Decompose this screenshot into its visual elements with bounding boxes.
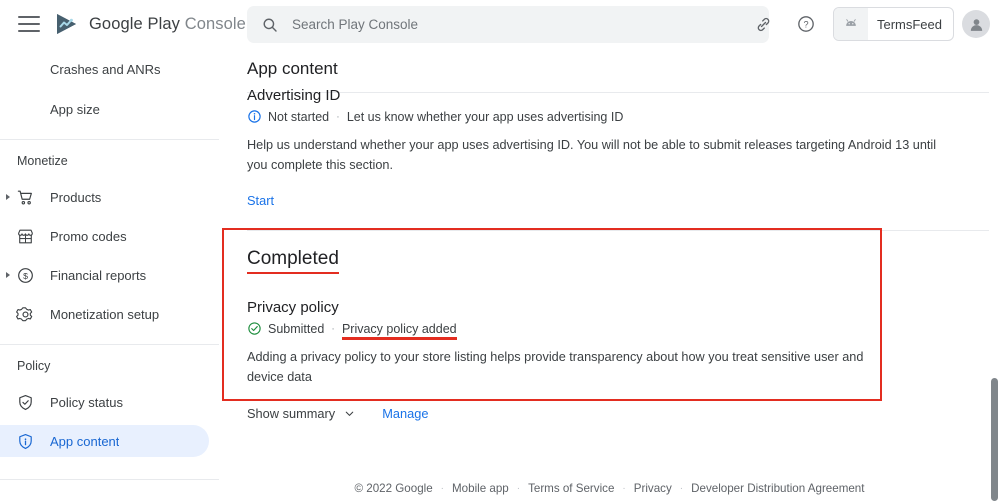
footer-link-developer-distribution-agreement[interactable]: Developer Distribution Agreement: [691, 482, 864, 495]
expand-arrow-icon[interactable]: [4, 193, 12, 201]
link-icon[interactable]: [747, 7, 781, 41]
sidebar-item-label: App content: [50, 433, 120, 449]
footer-link-terms-of-service[interactable]: Terms of Service: [528, 482, 614, 495]
footer-copyright: © 2022 Google: [354, 481, 433, 495]
chevron-down-icon: [345, 411, 354, 416]
show-summary-label: Show summary: [247, 405, 336, 421]
top-app-bar: Google Play Console ?: [0, 0, 1000, 48]
advertising-id-status-row: Not started · Let us know whether your a…: [247, 109, 1000, 124]
brand-primary: Google Play: [89, 14, 180, 33]
sidebar-item-app-content[interactable]: App content: [0, 425, 209, 457]
app-root: Google Play Console ?: [0, 0, 1000, 501]
android-robot-icon: [833, 8, 868, 40]
advertising-id-start-button[interactable]: Start: [247, 193, 274, 208]
sidebar-item-label: App size: [50, 101, 100, 117]
footer-separator: ·: [679, 482, 684, 494]
search-icon: [263, 18, 277, 32]
search-bar[interactable]: [247, 6, 769, 43]
page-scrollbar-thumb[interactable]: [991, 378, 998, 501]
completed-heading: Completed: [247, 248, 339, 275]
show-summary-toggle[interactable]: Show summary: [247, 406, 356, 421]
sidebar-item-label: Crashes and ANRs: [50, 61, 161, 77]
search-input[interactable]: [292, 17, 755, 32]
brand-secondary: Console: [184, 14, 246, 33]
advertising-id-description: Help us understand whether your app uses…: [247, 138, 937, 172]
advertising-id-status: Not started: [268, 109, 330, 124]
sidebar-nav: Crashes and ANRs App size Monetize Produ…: [0, 48, 219, 501]
sidebar-divider: [0, 139, 219, 140]
privacy-policy-status-detail: Privacy policy added: [341, 321, 457, 340]
expand-arrow-icon[interactable]: [4, 271, 12, 279]
sidebar-item-app-size[interactable]: App size: [0, 93, 209, 125]
section-advertising-id: Advertising ID Not started · Let us know…: [219, 87, 1000, 210]
brand-title: Google Play Console: [89, 15, 246, 34]
sidebar-item-label: Monetization setup: [50, 306, 160, 322]
status-separator: ·: [336, 110, 340, 123]
footer-separator: ·: [516, 482, 521, 494]
gear-icon: [16, 306, 33, 321]
brand-logo-area[interactable]: Google Play Console: [54, 11, 246, 37]
page-title: App content: [247, 59, 338, 78]
account-avatar-icon[interactable]: [962, 10, 990, 38]
info-circle-icon: [248, 110, 261, 123]
privacy-policy-actions: Show summary Manage: [247, 406, 1000, 421]
sidebar-item-policy-status[interactable]: Policy status: [0, 386, 209, 418]
check-circle-icon: [248, 322, 261, 336]
shield-info-icon: [19, 433, 32, 449]
app-chip-label: TermsFeed: [876, 16, 942, 32]
main-content: App content Advertising ID Not started ·…: [219, 48, 1000, 501]
advertising-id-title: Advertising ID: [247, 87, 341, 104]
privacy-policy-description: Adding a privacy policy to your store li…: [247, 350, 864, 385]
sidebar-item-financial-reports[interactable]: $ Financial reports: [0, 259, 209, 291]
sidebar-item-label: Promo codes: [50, 228, 127, 244]
svg-text:?: ?: [803, 20, 808, 30]
storefront-icon: [18, 229, 33, 243]
section-completed: Completed Privacy policy Submitted · Pri…: [219, 248, 1000, 421]
sidebar-divider: [0, 479, 219, 480]
sidebar-group-policy: Policy: [17, 359, 51, 373]
sidebar-item-promo-codes[interactable]: Promo codes: [0, 220, 209, 252]
sidebar-item-label: Financial reports: [50, 267, 147, 283]
advertising-id-status-detail: Let us know whether your app uses advert…: [346, 109, 624, 124]
sidebar-item-products[interactable]: Products: [0, 181, 209, 213]
google-play-logo-icon: [57, 14, 76, 34]
sidebar-group-monetize: Monetize: [17, 154, 68, 168]
page-footer: © 2022 Google · Mobile app · Terms of Se…: [219, 475, 1000, 501]
sidebar-divider: [0, 344, 219, 345]
sidebar-item-label: Products: [50, 189, 102, 205]
privacy-policy-manage-button[interactable]: Manage: [382, 406, 428, 421]
content-divider-middle: [247, 230, 992, 232]
hamburger-menu-icon[interactable]: [18, 16, 40, 32]
footer-separator: ·: [440, 482, 445, 494]
privacy-policy-block: Privacy policy Submitted · Privacy polic…: [247, 299, 1000, 420]
status-separator: ·: [331, 322, 335, 335]
footer-link-mobile-app[interactable]: Mobile app: [452, 482, 509, 495]
svg-text:$: $: [23, 270, 28, 280]
sidebar-item-label: Policy status: [50, 394, 123, 410]
help-circle-icon[interactable]: ?: [789, 7, 823, 41]
page-scrollbar-track[interactable]: [989, 48, 1000, 501]
dollar-circle-icon: $: [18, 267, 33, 283]
privacy-policy-status-row: Submitted · Privacy policy added: [247, 321, 1000, 340]
app-selector-chip[interactable]: TermsFeed: [832, 7, 954, 41]
privacy-policy-status: Submitted: [268, 321, 325, 336]
footer-separator: ·: [622, 482, 626, 494]
footer-link-privacy[interactable]: Privacy: [634, 482, 672, 495]
shield-check-icon: [19, 394, 32, 410]
privacy-policy-title: Privacy policy: [247, 299, 339, 317]
shopping-cart-icon: [17, 190, 32, 204]
top-bar-actions: ? TermsFeed: [743, 0, 990, 48]
sidebar-item-crashes-and-anrs[interactable]: Crashes and ANRs: [0, 53, 209, 85]
sidebar-item-monetization-setup[interactable]: Monetization setup: [0, 298, 209, 330]
